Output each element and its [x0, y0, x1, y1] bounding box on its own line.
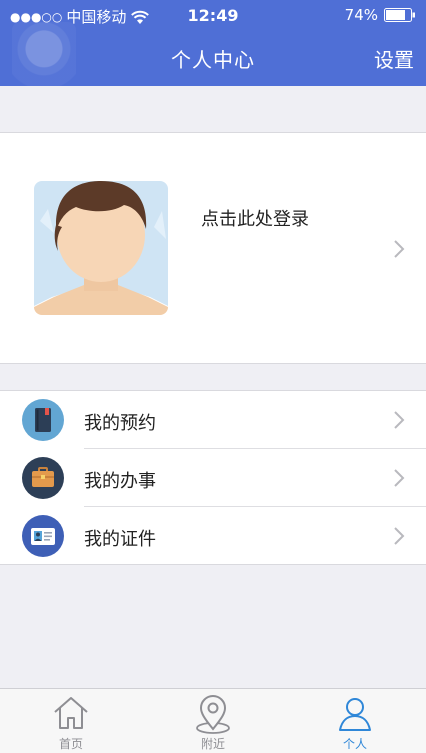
login-prompt[interactable]: 点击此处登录 [201, 205, 309, 231]
battery-percent: 74% [344, 6, 378, 24]
status-right: 74% [345, 6, 416, 24]
tab-label: 个人 [342, 737, 367, 751]
chevron-right-icon [394, 527, 405, 545]
default-avatar-icon [34, 181, 168, 315]
tab-personal[interactable]: 个人 [284, 689, 426, 753]
tab-nearby[interactable]: 附近 [142, 689, 284, 753]
chevron-right-icon [394, 240, 405, 258]
location-pin-icon [196, 695, 230, 734]
settings-button[interactable]: 设置 [374, 44, 414, 73]
menu-item-affairs[interactable]: 我的办事 [0, 449, 426, 507]
page-title: 个人中心 [171, 48, 255, 72]
chevron-right-icon [394, 469, 405, 487]
briefcase-icon [22, 457, 64, 499]
tab-label: 首页 [58, 737, 83, 751]
tab-home[interactable]: 首页 [0, 689, 142, 753]
menu-item-appointments[interactable]: 我的预约 [0, 391, 426, 449]
person-icon [339, 698, 371, 731]
notebook-icon [22, 399, 64, 441]
menu-item-label: 我的证件 [84, 529, 156, 550]
bottom-tab-bar: 首页 附近 个人 [0, 688, 426, 753]
menu-list: 我的预约 我的办事 我的证件 [0, 390, 426, 565]
menu-item-label: 我的办事 [84, 471, 156, 492]
home-icon [54, 697, 88, 729]
login-card[interactable]: 点击此处登录 [0, 132, 426, 364]
battery-icon [384, 8, 415, 22]
id-card-icon [22, 515, 64, 557]
top-header: ●●●○○ 中国移动 12:49 74% 个人中心 设置 [0, 0, 426, 86]
chevron-right-icon [394, 411, 405, 429]
menu-item-certificates[interactable]: 我的证件 [0, 507, 426, 565]
tab-label: 附近 [200, 737, 225, 751]
menu-item-label: 我的预约 [84, 413, 156, 434]
